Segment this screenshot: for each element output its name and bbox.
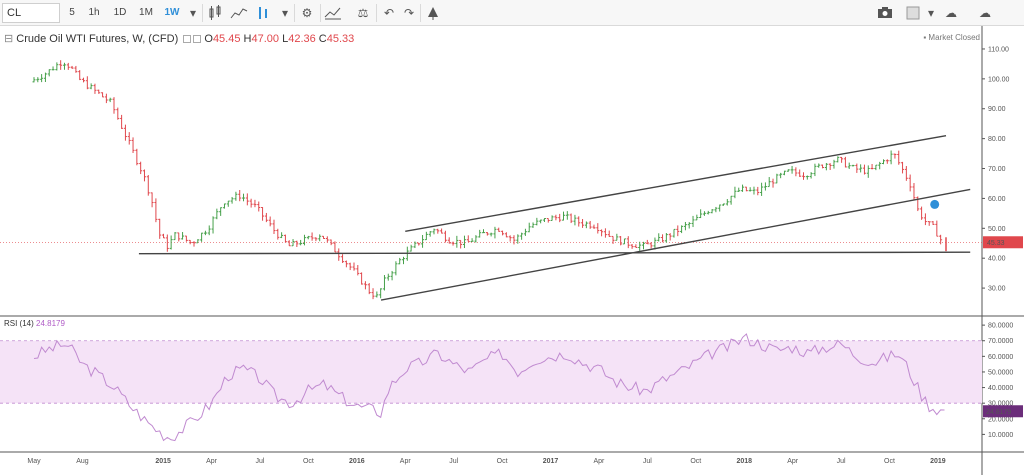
high-value: 47.00 <box>251 33 280 45</box>
symbol-title: Crude Oil WTI Futures, W, (CFD) <box>16 33 179 45</box>
redo-icon[interactable]: ↷ <box>400 4 418 22</box>
time-tick-label: Oct <box>690 458 701 465</box>
rsi-tick-label: 80.0000 <box>988 323 1013 330</box>
price-tick-label: 40.00 <box>988 256 1006 263</box>
cloud-save-icon[interactable]: ☁ <box>976 4 994 22</box>
toolbar-divider <box>376 4 377 22</box>
interval-1h-button[interactable]: 1h <box>84 3 104 23</box>
price-tick-label: 100.00 <box>988 76 1010 83</box>
rsi-tick-label: 50.0000 <box>988 369 1013 376</box>
trendline <box>380 188 971 301</box>
chart-area[interactable]: 30.00 40.00 50.00 60.00 70.00 80.00 90.00 100.0… <box>0 26 1024 475</box>
candles-icon[interactable] <box>206 4 224 22</box>
symbol-search-input[interactable]: CL <box>2 3 60 23</box>
last-price-badge-label: 45.33 <box>987 240 1005 247</box>
interval-1m-button[interactable]: 1M <box>136 3 156 23</box>
chevron-down-icon[interactable]: ▾ <box>922 4 940 22</box>
trendline <box>138 251 971 255</box>
undo-icon[interactable]: ↶ <box>380 4 398 22</box>
toolbar-divider <box>420 4 421 22</box>
open-label: O <box>204 33 213 45</box>
market-status: ▪ Market Closed <box>923 33 980 42</box>
time-tick-label: Jul <box>256 458 265 465</box>
rsi-tick-label: 40.0000 <box>988 385 1013 392</box>
rsi-tick-label: 10.0000 <box>988 432 1013 439</box>
market-status-text: Market Closed <box>928 33 980 42</box>
price-tick-label: 30.00 <box>988 286 1006 293</box>
rsi-value-badge-label: 24.8179 <box>986 409 1011 416</box>
interval-5-button[interactable]: 5 <box>64 3 80 23</box>
time-tick-label: 2019 <box>930 458 946 465</box>
price-tick-label: 70.00 <box>988 166 1006 173</box>
rsi-legend: RSI (14) 24.8179 <box>4 319 65 328</box>
alert-icon[interactable] <box>424 4 442 22</box>
compare-icon[interactable]: ⚖ <box>354 4 372 22</box>
time-tick-label: Apr <box>400 458 412 465</box>
time-tick-label: 2017 <box>543 458 559 465</box>
time-tick-label: Oct <box>303 458 314 465</box>
close-value: 45.33 <box>326 33 355 45</box>
time-tick-label: 2015 <box>155 458 171 465</box>
time-tick-label: May <box>27 458 41 465</box>
dividend-marker[interactable] <box>930 199 940 209</box>
price-tick-label: 90.00 <box>988 106 1006 113</box>
gear-icon[interactable]: ⚙ <box>298 4 316 22</box>
time-tick-label: Apr <box>787 458 799 465</box>
time-tick-label: Oct <box>497 458 508 465</box>
indicators-icon[interactable] <box>324 4 342 22</box>
price-tick-label: 110.00 <box>988 46 1009 53</box>
chevron-down-icon[interactable]: ▾ <box>276 4 294 22</box>
time-tick-label: 2016 <box>349 458 365 465</box>
time-tick-label: Apr <box>594 458 606 465</box>
rsi-tick-label: 20.0000 <box>988 416 1013 423</box>
rsi-value: 24.8179 <box>36 319 65 328</box>
interval-1w-button[interactable]: 1W <box>162 3 182 23</box>
time-tick-label: Apr <box>206 458 218 465</box>
chart-canvas[interactable]: 30.00 40.00 50.00 60.00 70.00 80.00 90.00 100.0… <box>0 26 1024 475</box>
price-legend: ⊟ Crude Oil WTI Futures, W, (CFD) O45.45… <box>4 32 354 45</box>
time-tick-label: Oct <box>884 458 895 465</box>
toolbar-divider <box>294 4 295 22</box>
toolbar-divider <box>320 4 321 22</box>
collapse-icon[interactable]: ⊟ <box>4 33 13 45</box>
time-tick-label: Jul <box>643 458 652 465</box>
rsi-label: RSI (14) <box>4 319 34 328</box>
trendline <box>405 134 947 232</box>
time-tick-label: Aug <box>76 458 89 465</box>
rsi-tick-label: 60.0000 <box>988 354 1013 361</box>
rsi-band <box>0 340 982 404</box>
price-tick-label: 50.00 <box>988 226 1006 233</box>
legend-close-icon[interactable] <box>193 35 202 44</box>
open-value: 45.45 <box>212 33 241 45</box>
legend-settings-icon[interactable] <box>183 35 192 44</box>
time-tick-label: Jul <box>449 458 458 465</box>
camera-icon[interactable] <box>876 4 894 22</box>
chevron-down-icon[interactable]: ▾ <box>184 4 202 22</box>
low-value: 42.36 <box>288 33 316 45</box>
layout-icon[interactable] <box>904 4 922 22</box>
cloud-icon[interactable]: ☁ <box>942 4 960 22</box>
time-tick-label: 2018 <box>736 458 752 465</box>
price-tick-label: 80.00 <box>988 136 1006 143</box>
close-label: C <box>318 33 327 45</box>
area-icon[interactable] <box>230 4 248 22</box>
bars-icon[interactable] <box>254 4 272 22</box>
interval-1d-button[interactable]: 1D <box>110 3 130 23</box>
toolbar-divider <box>202 4 203 22</box>
rsi-tick-label: 70.0000 <box>988 338 1013 345</box>
price-tick-label: 60.00 <box>988 196 1006 203</box>
time-tick-label: Jul <box>837 458 846 465</box>
top-toolbar: CL 5 1h 1D 1M 1W ▾ ▾ ⚙ ⚖ ↶ ↷ ▾ ☁ ☁ <box>0 0 1024 26</box>
